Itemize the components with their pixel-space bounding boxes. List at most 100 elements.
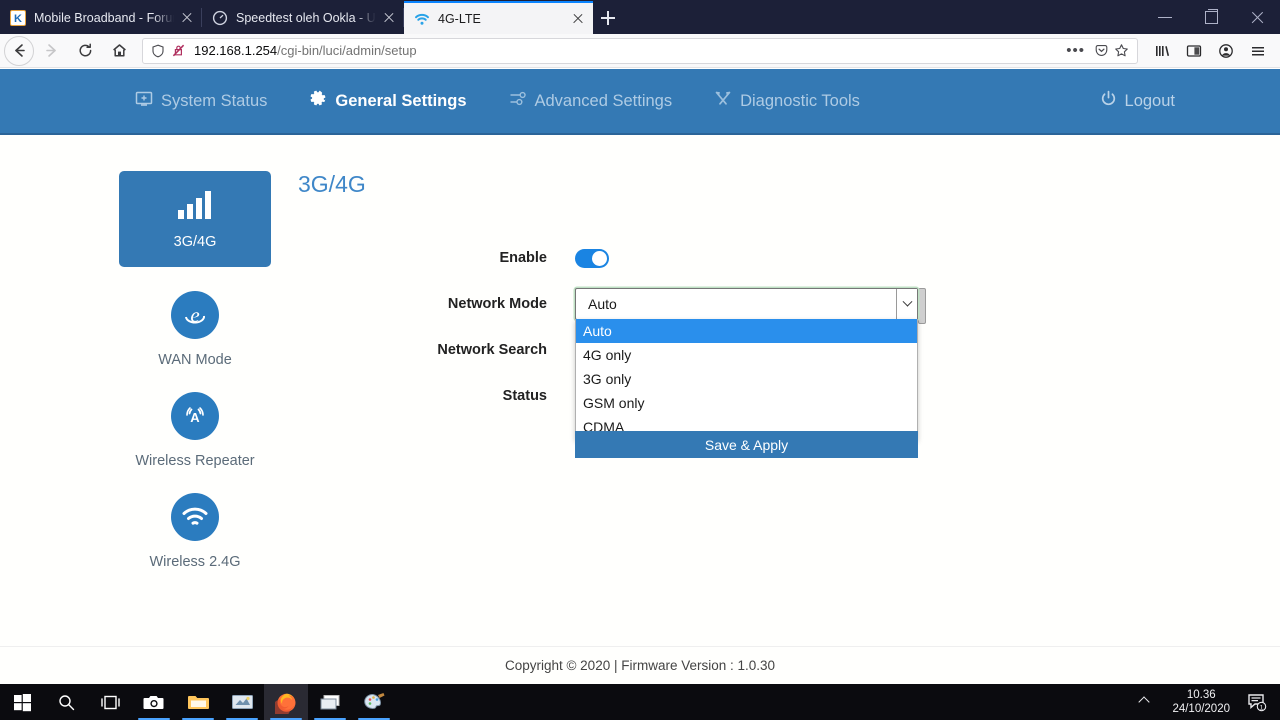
wifi-icon	[414, 11, 430, 27]
account-icon[interactable]	[1210, 37, 1242, 65]
settings-form: 3G/4G Enable Network Mode Auto Auto 4G o…	[230, 171, 1280, 592]
chevron-down-icon[interactable]	[896, 289, 917, 319]
power-icon	[1100, 90, 1117, 112]
page-actions-icon[interactable]: •••	[1066, 42, 1085, 59]
dropdown-option-3g-only[interactable]: 3G only	[576, 367, 917, 391]
nav-item-general-settings[interactable]: General Settings	[309, 90, 467, 113]
nav-item-label: System Status	[161, 91, 268, 110]
camera-icon[interactable]	[132, 684, 176, 720]
network-mode-dropdown[interactable]: Auto 4G only 3G only GSM only CDMA	[575, 319, 918, 440]
url-host: 192.168.1.254	[194, 43, 278, 58]
url-text: 192.168.1.254/cgi-bin/luci/admin/setup	[194, 43, 1066, 58]
nav-item-system-status[interactable]: System Status	[135, 90, 267, 113]
task-view-icon[interactable]	[88, 684, 132, 720]
browser-tab-title: Speedtest oleh Ookla - Uji Kece	[236, 10, 376, 25]
nav-item-diagnostic-tools[interactable]: Diagnostic Tools	[714, 90, 860, 113]
gear-icon	[309, 90, 327, 113]
svg-text:K: K	[14, 13, 22, 25]
close-window-button[interactable]	[1234, 0, 1280, 34]
sidebar: 3G/4G e WAN Mode A Wireless Repeater Wir…	[0, 171, 271, 592]
browser-toolbar: 192.168.1.254/cgi-bin/luci/admin/setup •…	[0, 34, 1280, 68]
wifi-icon	[171, 493, 219, 541]
bookmark-star-icon[interactable]	[1111, 43, 1131, 58]
minimize-button[interactable]	[1142, 0, 1188, 34]
status-label: Status	[502, 388, 547, 404]
close-icon[interactable]	[178, 9, 196, 27]
page-content: 3G/4G e WAN Mode A Wireless Repeater Wir…	[0, 135, 1280, 592]
home-icon[interactable]	[102, 37, 136, 65]
enable-label: Enable	[499, 250, 547, 266]
network-mode-select[interactable]: Auto	[575, 288, 918, 320]
logout-button[interactable]: Logout	[1100, 90, 1175, 112]
browser-tab-3[interactable]: 4G-LTE	[404, 1, 593, 34]
app-nav: System Status General Settings Advanced …	[135, 90, 902, 113]
nav-item-label: Advanced Settings	[534, 91, 673, 110]
network-mode-value: Auto	[588, 296, 617, 312]
file-explorer-icon[interactable]	[176, 684, 220, 720]
back-arrow-icon[interactable]	[4, 35, 34, 66]
form-row-enable: Enable	[298, 235, 1280, 281]
address-bar[interactable]: 192.168.1.254/cgi-bin/luci/admin/setup •…	[142, 37, 1138, 64]
signal-bars-icon	[175, 188, 215, 227]
url-path: /cgi-bin/luci/admin/setup	[277, 43, 417, 58]
network-mode-label: Network Mode	[447, 296, 547, 312]
menu-icon[interactable]	[1242, 37, 1274, 65]
web-page: System Status General Settings Advanced …	[0, 69, 1280, 684]
notification-icon[interactable]: 1	[1240, 684, 1274, 720]
dropdown-option-gsm-only[interactable]: GSM only	[576, 391, 917, 415]
nav-item-label: Diagnostic Tools	[740, 91, 860, 110]
logout-label: Logout	[1124, 91, 1175, 110]
browser-e-icon: e	[171, 291, 219, 339]
forward-arrow-icon	[34, 37, 68, 65]
close-icon[interactable]	[569, 10, 587, 28]
search-icon[interactable]	[44, 684, 88, 720]
lock-broken-icon[interactable]	[171, 43, 186, 58]
network-search-label: Network Search	[437, 342, 547, 358]
media-player-icon[interactable]	[220, 684, 264, 720]
screen: K Mobile Broadband - Forum | K Speedtest…	[0, 0, 1280, 720]
windows-start-icon[interactable]	[0, 684, 44, 720]
sidebar-icon[interactable]	[1178, 37, 1210, 65]
browser-tab-strip: K Mobile Broadband - Forum | K Speedtest…	[0, 0, 1280, 34]
library-icon[interactable]	[1146, 37, 1178, 65]
window-switcher-icon[interactable]	[308, 684, 352, 720]
paint-icon[interactable]	[352, 684, 396, 720]
browser-tab-title: Mobile Broadband - Forum | K	[34, 10, 174, 25]
taskbar-clock[interactable]: 10.36 24/10/2020	[1162, 688, 1240, 716]
clock-time: 10.36	[1186, 689, 1216, 701]
tools-icon	[714, 90, 732, 113]
restore-button[interactable]	[1188, 0, 1234, 34]
chevron-up-icon[interactable]	[1138, 696, 1151, 708]
svg-text:1: 1	[1260, 704, 1264, 711]
save-apply-button[interactable]: Save & Apply	[575, 431, 918, 458]
monitor-icon	[135, 90, 153, 113]
k-logo-icon: K	[10, 9, 26, 26]
shield-icon[interactable]	[151, 44, 165, 58]
form-row-network-mode: Network Mode Auto Auto 4G only 3G only G…	[298, 281, 1280, 458]
network-search-control-obscured[interactable]	[918, 288, 926, 324]
reload-icon[interactable]	[68, 37, 102, 65]
windows-taskbar: 10.36 24/10/2020 1	[0, 684, 1280, 720]
pocket-icon[interactable]	[1091, 43, 1111, 58]
window-controls	[1142, 0, 1280, 34]
close-icon[interactable]	[380, 9, 398, 27]
broadcast-tower-icon: A	[171, 392, 219, 440]
browser-tab-title: 4G-LTE	[438, 11, 481, 26]
enable-toggle-wrap	[575, 248, 609, 268]
dropdown-option-4g-only[interactable]: 4G only	[576, 343, 917, 367]
new-tab-button[interactable]	[593, 1, 623, 34]
browser-tab-2[interactable]: Speedtest oleh Ookla - Uji Kece	[202, 1, 404, 34]
browser-toolbar-right	[1146, 37, 1280, 65]
dropdown-option-auto[interactable]: Auto	[576, 319, 917, 343]
app-header: System Status General Settings Advanced …	[0, 69, 1280, 135]
toggle-knob	[592, 250, 607, 266]
svg-text:A: A	[190, 410, 200, 425]
speedtest-icon	[212, 10, 228, 26]
firefox-icon[interactable]	[264, 684, 308, 720]
network-mode-control: Auto Auto 4G only 3G only GSM only CDMA …	[575, 288, 926, 458]
enable-toggle[interactable]	[575, 248, 609, 268]
page-footer: Copyright © 2020 | Firmware Version : 1.…	[0, 646, 1280, 684]
nav-item-advanced-settings[interactable]: Advanced Settings	[509, 90, 673, 113]
browser-tab-1[interactable]: K Mobile Broadband - Forum | K	[0, 1, 202, 34]
sidebar-item-label: 3G/4G	[173, 234, 217, 250]
